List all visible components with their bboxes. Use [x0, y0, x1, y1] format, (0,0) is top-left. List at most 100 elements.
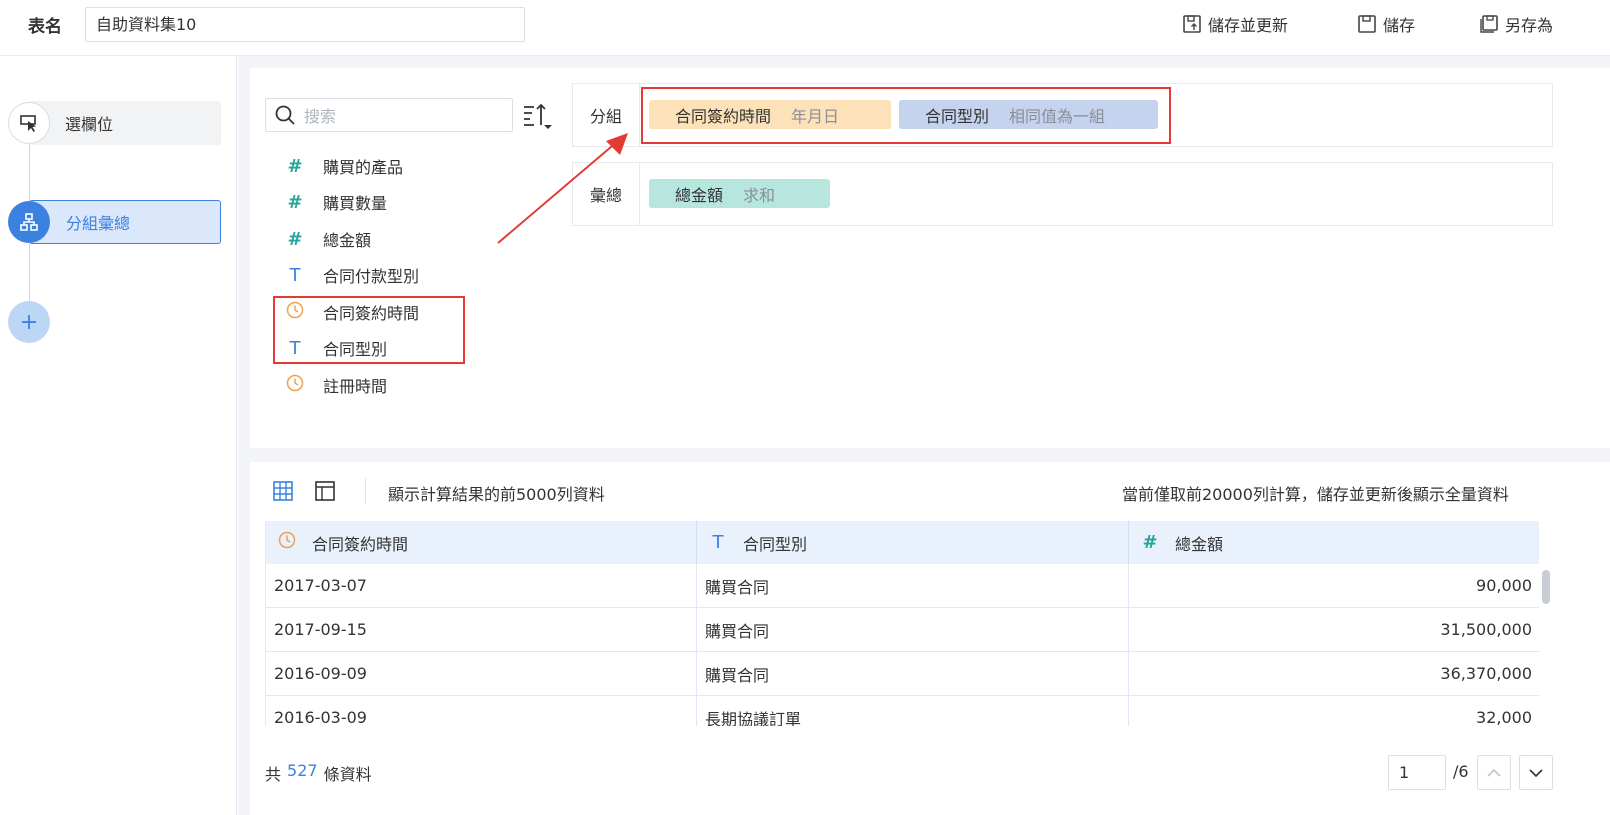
step-group-summary-box[interactable]: 分組彙總	[29, 200, 221, 244]
save-icon	[1358, 15, 1376, 33]
table-row: 2017-09-15 購買合同 31,500,000	[266, 608, 1539, 652]
field-name: 總金額	[323, 231, 372, 250]
grid-view-icon[interactable]	[272, 480, 294, 502]
table-row: 2017-03-07 購買合同 90,000	[266, 564, 1539, 608]
search-placeholder: 搜索	[304, 107, 337, 126]
number-type-icon: #	[1142, 532, 1158, 553]
pill-mode: 求和	[743, 185, 776, 205]
field-item[interactable]: T 合同型別	[284, 333, 388, 363]
field-item[interactable]: T 合同付款型別	[284, 260, 420, 290]
number-type-icon: #	[287, 228, 303, 250]
column-header[interactable]: 合同簽約時間	[266, 521, 697, 564]
table-cell: 36,370,000	[1440, 664, 1532, 683]
field-item[interactable]: # 購買數量	[284, 187, 387, 217]
total-suffix: 條資料	[323, 765, 372, 784]
step-connector	[29, 244, 30, 304]
chevron-up-icon	[1487, 768, 1501, 777]
group-pill-type[interactable]: 合同型別 相同值為一組	[899, 100, 1158, 129]
table-cell: 90,000	[1476, 576, 1532, 595]
field-search-input[interactable]: 搜索	[265, 98, 513, 132]
save-and-update-button[interactable]: 儲存並更新	[1182, 12, 1288, 36]
summary-config-row: 彙總 總金額 求和	[572, 162, 1553, 226]
table-cell: 2016-09-09	[266, 652, 697, 695]
number-type-icon: #	[287, 155, 303, 177]
page-number-input[interactable]: 1	[1388, 755, 1446, 790]
step-sidebar: 選欄位 分組彙總 +	[0, 56, 237, 815]
field-name: 合同付款型別	[323, 267, 420, 286]
field-item[interactable]: # 總金額	[284, 224, 371, 254]
layout-view-icon[interactable]	[314, 480, 336, 502]
table-cell: 2017-03-07	[266, 564, 697, 607]
text-type-icon: T	[289, 337, 301, 359]
table-scrollbar-thumb[interactable]	[1542, 570, 1550, 604]
column-header-label: 合同型別	[743, 534, 808, 554]
text-type-icon: T	[289, 264, 301, 286]
prev-page-button[interactable]	[1477, 755, 1511, 790]
group-pill-date[interactable]: 合同簽約時間 年月日	[649, 100, 891, 129]
step-group-summary-label: 分組彙總	[66, 214, 131, 233]
field-item[interactable]: # 購買的產品	[284, 151, 403, 181]
pill-mode: 相同值為一組	[1009, 106, 1106, 126]
group-summary-icon	[8, 201, 50, 243]
table-row: 2016-09-09 購買合同 36,370,000	[266, 652, 1539, 696]
table-cell: 長期協議訂單	[697, 696, 1129, 726]
save-as-label: 另存為	[1505, 16, 1554, 35]
text-type-icon: T	[712, 532, 724, 553]
field-name: 註冊時間	[323, 377, 388, 396]
next-page-button[interactable]	[1519, 755, 1553, 790]
table-cell: 購買合同	[697, 652, 1129, 695]
table-header: 合同簽約時間 T 合同型別 # 總金額	[266, 521, 1539, 564]
preview-table: 合同簽約時間 T 合同型別 # 總金額 2017-03-07 購買合同 90,0…	[265, 521, 1539, 726]
pill-field: 總金額	[675, 185, 724, 205]
column-header-label: 總金額	[1175, 534, 1224, 554]
field-item[interactable]: 註冊時間	[284, 370, 387, 400]
step-group-summary[interactable]: 分組彙總	[8, 200, 221, 244]
pill-mode: 年月日	[791, 106, 840, 126]
add-step-button[interactable]: +	[8, 301, 50, 343]
table-cell: 31,500,000	[1440, 620, 1532, 639]
plus-icon[interactable]: +	[8, 301, 50, 343]
step-select-fields[interactable]: 選欄位	[8, 101, 221, 145]
total-records: 共 527 條資料	[265, 761, 372, 785]
save-as-icon	[1480, 15, 1498, 33]
field-item[interactable]: 合同簽約時間	[284, 297, 419, 327]
page-total: /6	[1453, 762, 1469, 781]
calc-note: 當前僅取前20000列計算，儲存並更新後顯示全量資料	[1122, 485, 1509, 504]
table-name-label: 表名	[28, 17, 62, 37]
save-update-icon	[1183, 15, 1201, 33]
search-icon	[275, 105, 295, 125]
column-header-label: 合同簽約時間	[312, 534, 409, 554]
step-select-fields-label: 選欄位	[65, 115, 114, 134]
select-field-icon	[8, 102, 50, 144]
table-name-input[interactable]: 自助資料集10	[85, 7, 525, 42]
table-cell: 2016-03-09	[266, 696, 697, 726]
annotation-arrow	[497, 133, 628, 244]
field-name: 合同型別	[323, 340, 388, 359]
clock-icon	[284, 374, 306, 397]
table-cell: 2017-09-15	[266, 608, 697, 651]
step-select-fields-box[interactable]: 選欄位	[29, 101, 221, 145]
save-label: 儲存	[1383, 16, 1416, 35]
table-cell: 購買合同	[697, 608, 1129, 651]
save-as-button[interactable]: 另存為	[1479, 12, 1553, 36]
clock-icon	[276, 531, 298, 554]
field-name: 購買的產品	[323, 158, 404, 177]
table-cell: 32,000	[1476, 708, 1532, 726]
preview-note: 顯示計算結果的前5000列資料	[388, 485, 605, 504]
summary-pill-amount[interactable]: 總金額 求和	[649, 179, 830, 208]
save-button[interactable]: 儲存	[1357, 12, 1415, 36]
toolbar-divider	[365, 478, 366, 504]
column-header[interactable]: T 合同型別	[697, 521, 1129, 564]
column-header[interactable]: # 總金額	[1129, 521, 1539, 564]
chevron-down-icon	[1529, 768, 1543, 777]
save-and-update-label: 儲存並更新	[1208, 16, 1289, 35]
header-bar: 表名 自助資料集10 儲存並更新 儲存 另存為	[0, 0, 1610, 56]
total-prefix: 共	[265, 765, 282, 784]
pill-field: 合同簽約時間	[675, 106, 772, 126]
table-row: 2016-03-09 長期協議訂單 32,000	[266, 696, 1539, 726]
total-count: 527	[287, 761, 318, 780]
group-config-row: 分組 合同簽約時間 年月日 合同型別 相同值為一組	[572, 83, 1553, 147]
clock-icon	[284, 301, 306, 324]
table-cell: 購買合同	[697, 564, 1129, 607]
number-type-icon: #	[287, 191, 303, 213]
